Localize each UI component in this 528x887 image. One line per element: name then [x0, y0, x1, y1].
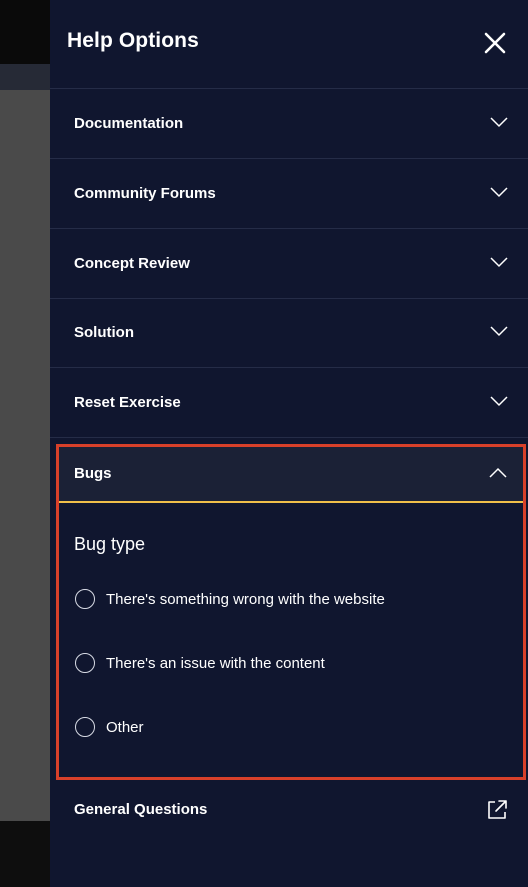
chevron-down-icon	[490, 187, 508, 198]
radio-label: There's something wrong with the website	[106, 591, 385, 608]
help-options-panel: Help Options Documentation Community For…	[50, 0, 528, 887]
panel-header: Help Options	[50, 0, 528, 89]
radio-button[interactable]	[75, 589, 95, 609]
backdrop-bottom	[0, 821, 50, 887]
page-backdrop	[0, 0, 50, 887]
bug-type-heading: Bug type	[74, 534, 146, 554]
accordion-documentation[interactable]: Documentation	[50, 89, 528, 159]
radio-label: There's an issue with the content	[106, 655, 325, 672]
chevron-down-icon	[490, 396, 508, 407]
general-questions-link[interactable]: General Questions	[50, 778, 528, 842]
panel-title: Help Options	[67, 29, 199, 52]
accordion-community-forums[interactable]: Community Forums	[50, 159, 528, 229]
bugs-section: Bugs Bug type There's something wrong wi…	[56, 444, 526, 780]
general-questions-label: General Questions	[74, 801, 208, 818]
accordion-label: Community Forums	[74, 185, 216, 202]
accordion-label: Bugs	[74, 465, 112, 482]
backdrop-top	[0, 0, 50, 64]
accordion-label: Reset Exercise	[74, 394, 181, 411]
chevron-up-icon	[489, 467, 507, 478]
close-button[interactable]	[483, 31, 507, 55]
accordion-bugs[interactable]: Bugs	[59, 447, 523, 503]
chevron-down-icon	[490, 326, 508, 337]
accordion-reset-exercise[interactable]: Reset Exercise	[50, 368, 528, 438]
chevron-down-icon	[490, 257, 508, 268]
accordion-concept-review[interactable]: Concept Review	[50, 229, 528, 299]
radio-button[interactable]	[75, 717, 95, 737]
accordion-label: Documentation	[74, 115, 184, 132]
external-link-icon	[488, 800, 507, 819]
radio-label: Other	[106, 719, 144, 736]
accordion-label: Concept Review	[74, 255, 190, 272]
accordion-solution[interactable]: Solution	[50, 298, 528, 368]
radio-button[interactable]	[75, 653, 95, 673]
backdrop-content	[0, 90, 50, 821]
backdrop-strip	[0, 64, 50, 90]
close-icon	[484, 32, 506, 54]
accordion-label: Solution	[74, 324, 134, 341]
chevron-down-icon	[490, 117, 508, 128]
